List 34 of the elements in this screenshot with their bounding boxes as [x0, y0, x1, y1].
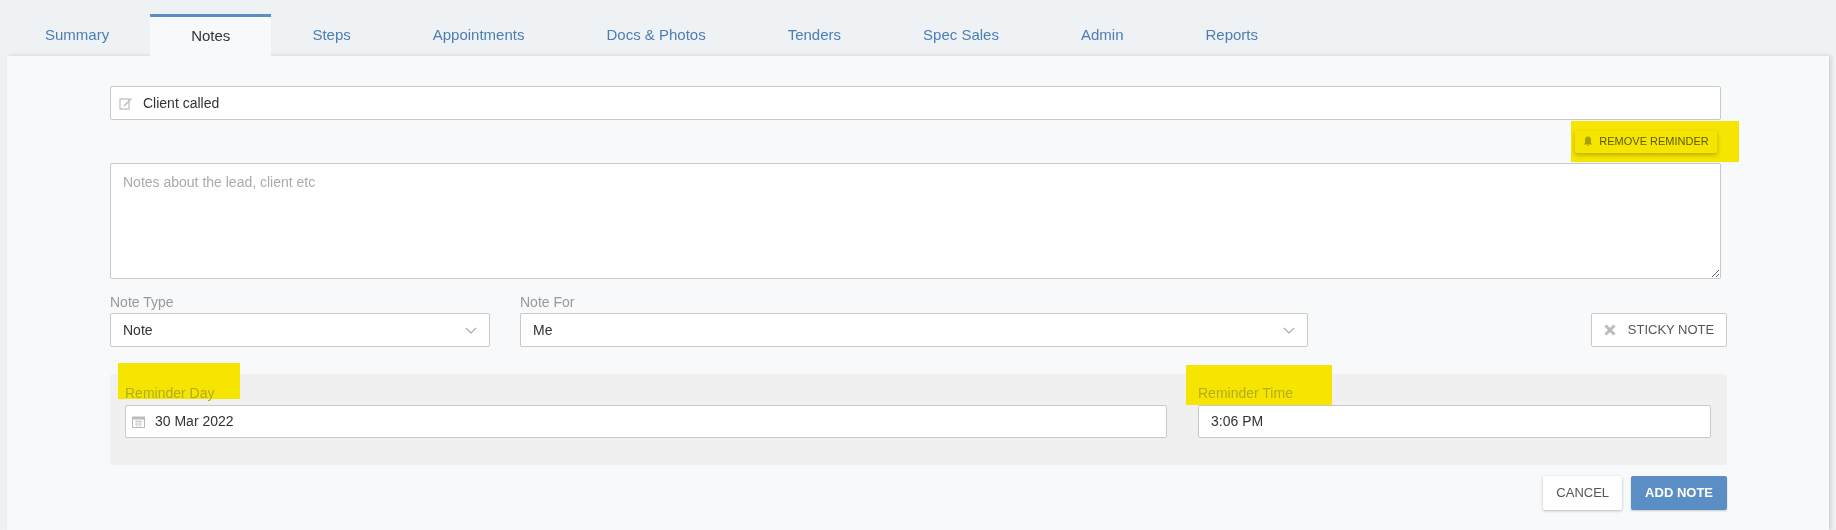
close-icon — [1603, 324, 1616, 336]
add-note-button[interactable]: ADD NOTE — [1631, 476, 1727, 510]
chevron-down-icon — [465, 326, 477, 334]
notes-field[interactable]: Notes about the lead, client etc — [110, 163, 1721, 279]
tab[interactable]: Notes — [150, 14, 272, 56]
remove-reminder-button[interactable]: REMOVE REMINDER — [1575, 130, 1717, 153]
tab[interactable]: Summary — [4, 14, 151, 56]
cancel-button[interactable]: CANCEL — [1543, 476, 1623, 510]
tab[interactable]: Reports — [1164, 14, 1299, 56]
field-label: Note For — [520, 293, 575, 312]
tab[interactable]: Tenders — [746, 14, 883, 56]
sticky-note-button[interactable]: STICKY NOTE — [1591, 313, 1727, 347]
field-value: 30 Mar 2022 — [155, 412, 234, 431]
chevron-down-icon — [1283, 326, 1295, 334]
bell-icon — [1583, 136, 1594, 147]
tab[interactable]: Docs & Photos — [565, 14, 747, 56]
note-for-select[interactable]: Me — [520, 313, 1308, 347]
field-label: Reminder Day — [125, 384, 215, 403]
pencil-icon — [119, 96, 133, 110]
tab[interactable]: Appointments — [391, 14, 566, 56]
field-value: Client called — [143, 93, 220, 113]
field-label: Reminder Time — [1198, 384, 1293, 403]
note-type-select[interactable]: Note — [110, 313, 490, 347]
tab[interactable]: Admin — [1039, 14, 1165, 56]
title-field[interactable]: Client called — [110, 86, 1721, 120]
select-value: Me — [533, 320, 553, 340]
tab[interactable]: Steps — [271, 14, 392, 56]
date-field[interactable]: 30 Mar 2022 — [125, 405, 1167, 438]
field-value: 3:06 PM — [1211, 412, 1264, 431]
field-label: Note Type — [110, 293, 174, 312]
time-field[interactable]: 3:06 PM — [1198, 405, 1711, 438]
tab[interactable]: Spec Sales — [882, 14, 1040, 56]
calendar-icon — [132, 415, 145, 428]
select-value: Note — [123, 320, 153, 340]
